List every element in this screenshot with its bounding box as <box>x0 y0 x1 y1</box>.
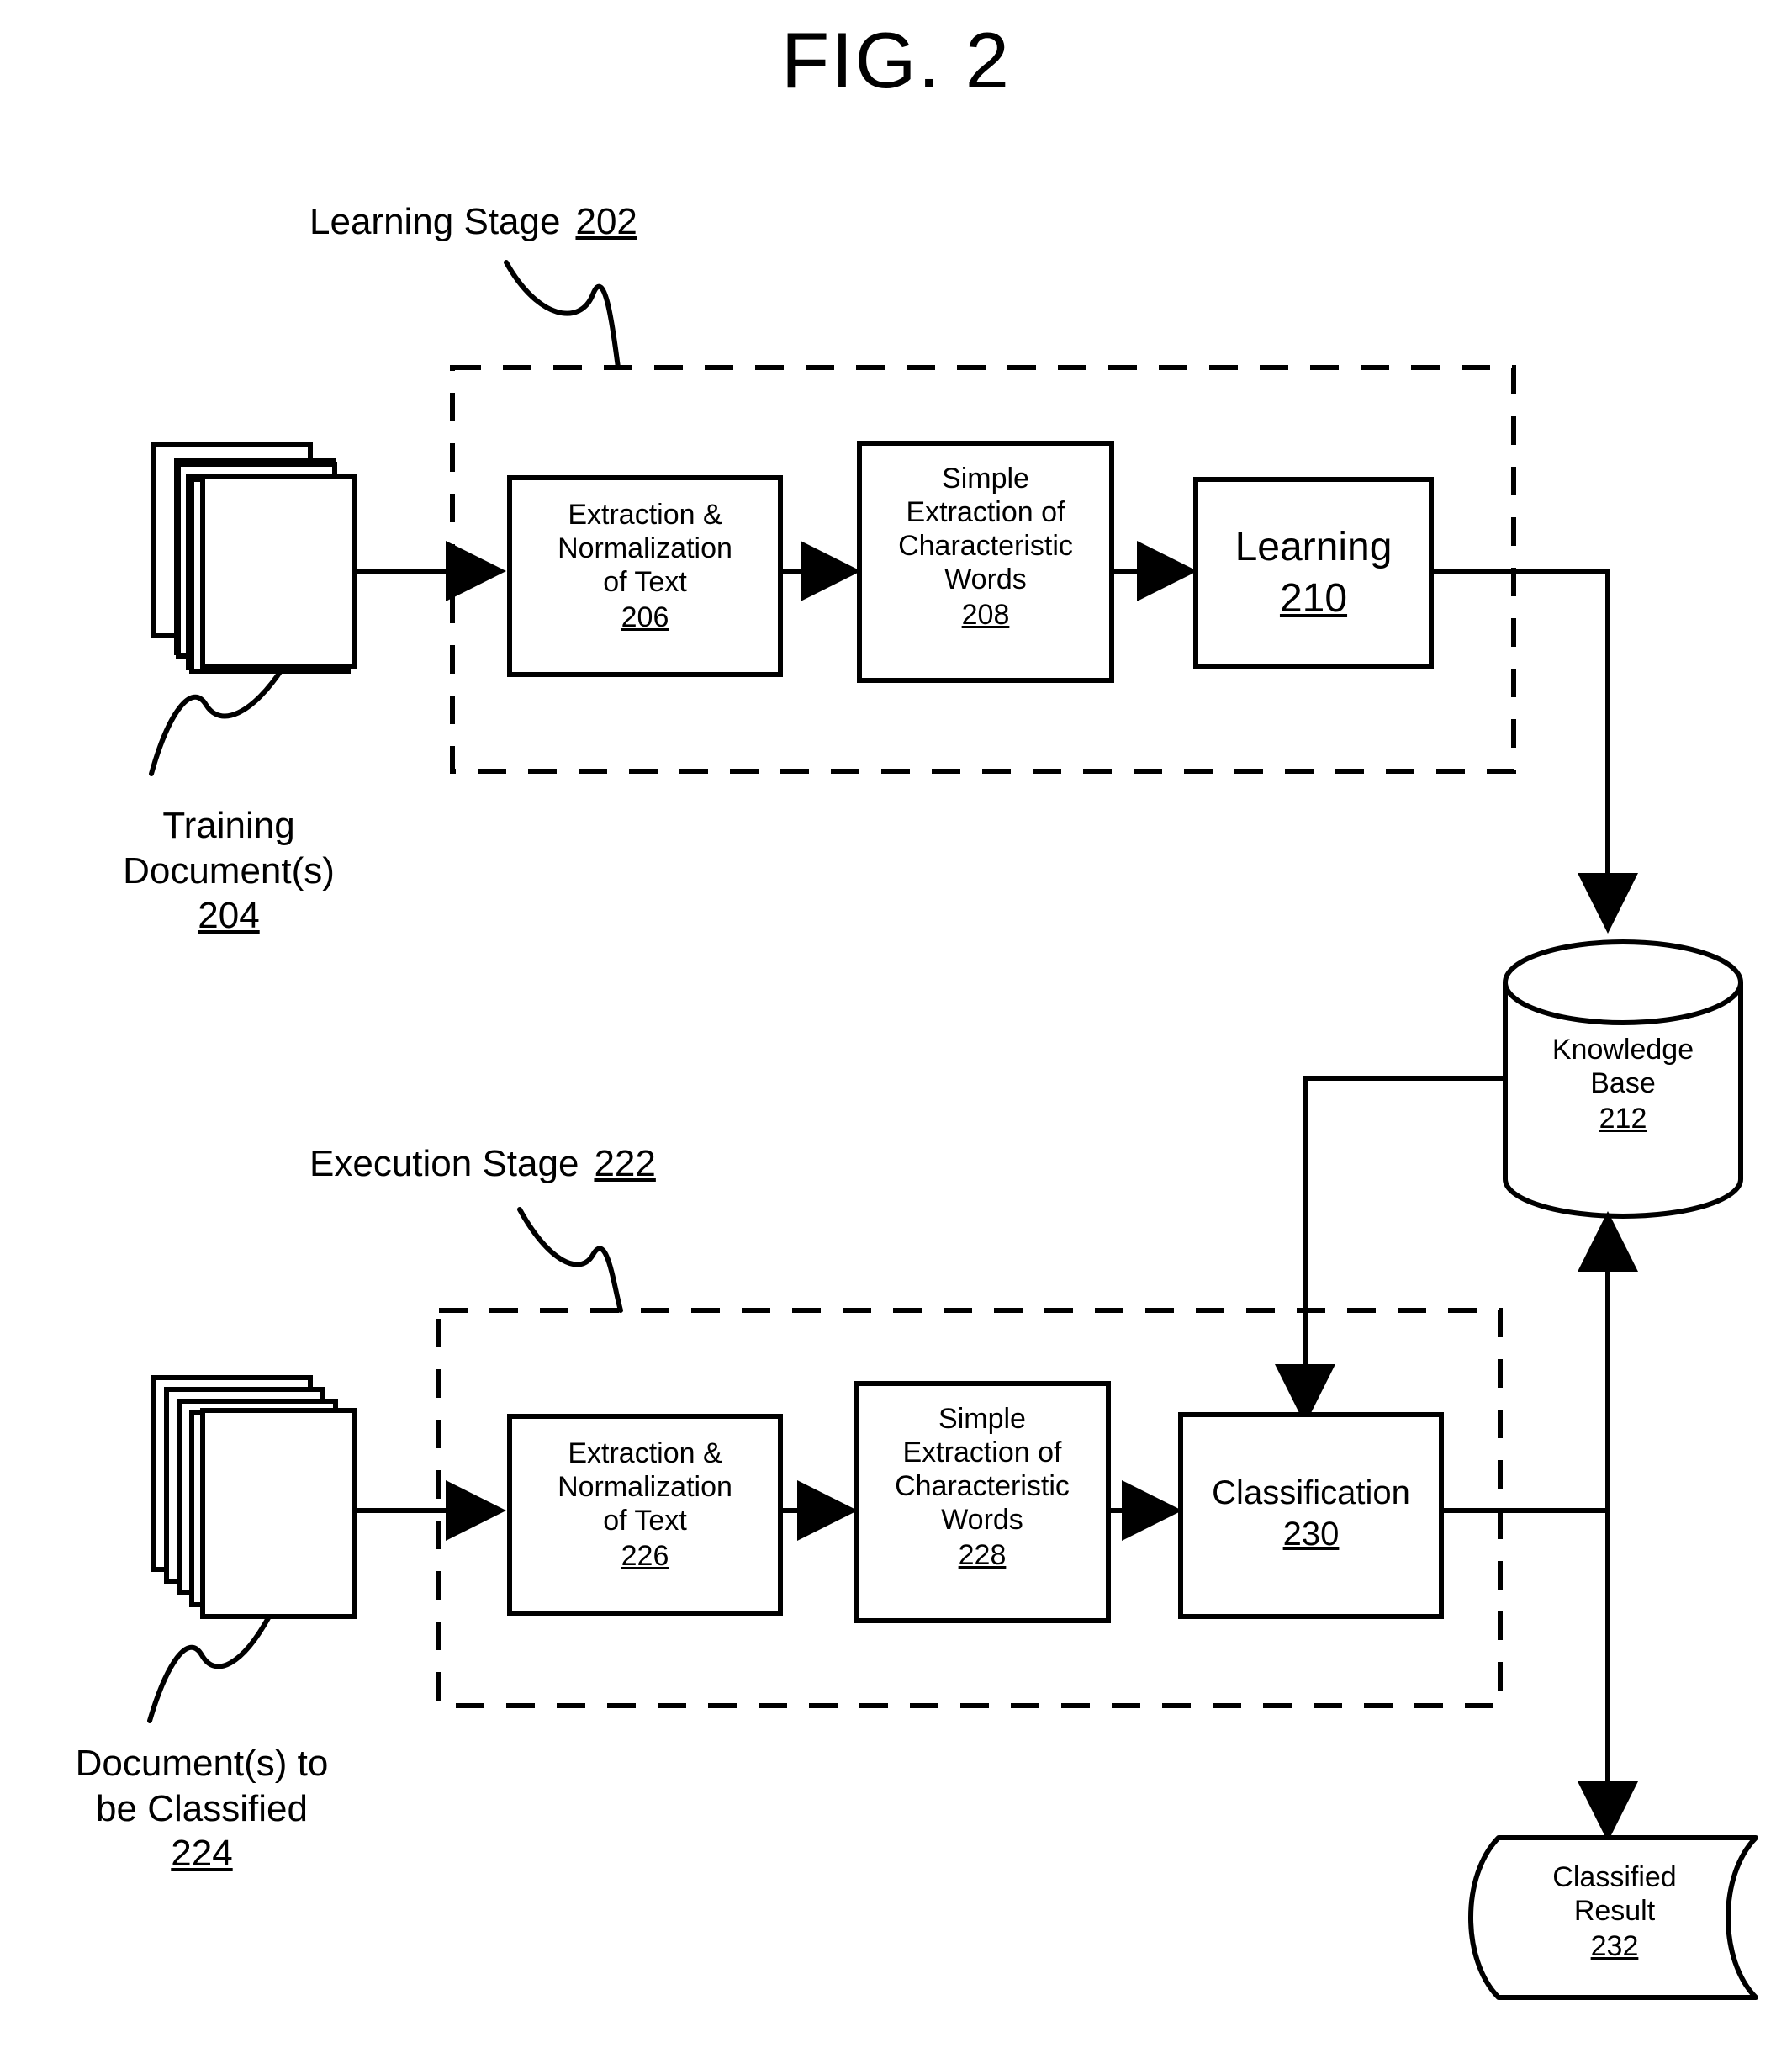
training-document-leader-line <box>149 664 286 776</box>
knowledge-base-line1: Knowledge <box>1551 1034 1694 1066</box>
classify-documents-label: Document(s) to be Classified 224 <box>0 1741 412 1876</box>
node-226-line1: Extraction & <box>568 1437 722 1469</box>
execution-stage-leader-line <box>517 1207 623 1313</box>
execution-stage-label: Execution Stage 222 <box>309 1142 656 1187</box>
node-208-ref: 208 <box>961 599 1010 632</box>
node-206-line1: Extraction & <box>568 499 722 531</box>
node-208-line4: Words <box>944 564 1027 596</box>
node-208-text: Simple Extraction of Characteristic Word… <box>859 462 1112 632</box>
learning-stage-leader-line <box>504 260 621 370</box>
node-228-line4: Words <box>941 1504 1023 1537</box>
classified-result-text: Classified Result 232 <box>1488 1860 1741 1963</box>
node-208-line1: Simple <box>942 463 1029 495</box>
execution-stage-name: Execution Stage <box>309 1143 579 1184</box>
patent-figure: FIG. 2 Learning Stage 202 Execution Stag… <box>0 0 1792 2053</box>
node-206-line2: Normalization <box>558 532 732 565</box>
node-230-text: Classification 230 <box>1181 1474 1441 1554</box>
node-226-text: Extraction & Normalization of Text 226 <box>510 1437 780 1573</box>
node-228-ref: 228 <box>958 1539 1007 1572</box>
node-226-line3: of Text <box>603 1505 687 1537</box>
training-documents-line2: Document(s) <box>123 849 335 892</box>
training-document-stack-icon <box>151 442 357 674</box>
node-228-text: Simple Extraction of Characteristic Word… <box>856 1402 1108 1573</box>
node-228-line3: Characteristic <box>895 1470 1070 1503</box>
node-226-ref: 226 <box>621 1540 669 1573</box>
classified-result-line2: Result <box>1573 1895 1656 1928</box>
knowledge-base-line2: Base <box>1590 1067 1656 1100</box>
node-230-line1: Classification <box>1212 1474 1410 1511</box>
training-documents-line1: Training <box>162 805 295 846</box>
node-210-text: Learning 210 <box>1196 523 1431 623</box>
arrow-knowledge-base-to-classification <box>1275 1076 1505 1425</box>
node-226-line2: Normalization <box>558 1471 732 1504</box>
training-documents-ref: 204 <box>198 895 260 937</box>
node-230-ref: 230 <box>1282 1516 1340 1553</box>
classify-document-stack-icon <box>151 1375 357 1619</box>
node-228-line2: Extraction of <box>902 1437 1062 1469</box>
node-206-line3: of Text <box>603 566 687 599</box>
node-210-ref: 210 <box>1279 575 1348 621</box>
classify-documents-line2: be Classified <box>96 1787 308 1829</box>
node-208-line3: Characteristic <box>898 530 1073 563</box>
classified-result-ref: 232 <box>1590 1930 1639 1963</box>
node-206-text: Extraction & Normalization of Text 206 <box>510 498 780 634</box>
execution-stage-ref: 222 <box>594 1143 656 1184</box>
learning-stage-ref: 202 <box>575 201 637 242</box>
arrow-learning-to-knowledge-base <box>1431 569 1638 934</box>
node-206-ref: 206 <box>621 601 669 634</box>
node-210-line1: Learning <box>1234 525 1393 569</box>
knowledge-base-ref: 212 <box>1599 1103 1647 1135</box>
node-228-line1: Simple <box>938 1403 1026 1435</box>
classify-documents-line1: Document(s) to <box>75 1743 329 1784</box>
classify-documents-ref: 224 <box>171 1833 233 1875</box>
training-documents-label: Training Document(s) 204 <box>44 803 414 939</box>
classify-document-leader-line <box>147 1614 272 1723</box>
node-208-line2: Extraction of <box>906 496 1065 529</box>
learning-stage-name: Learning Stage <box>309 201 561 242</box>
learning-stage-label: Learning Stage 202 <box>309 200 637 245</box>
classified-result-line1: Classified <box>1552 1861 1677 1893</box>
knowledge-base-text: Knowledge Base 212 <box>1505 1033 1741 1135</box>
